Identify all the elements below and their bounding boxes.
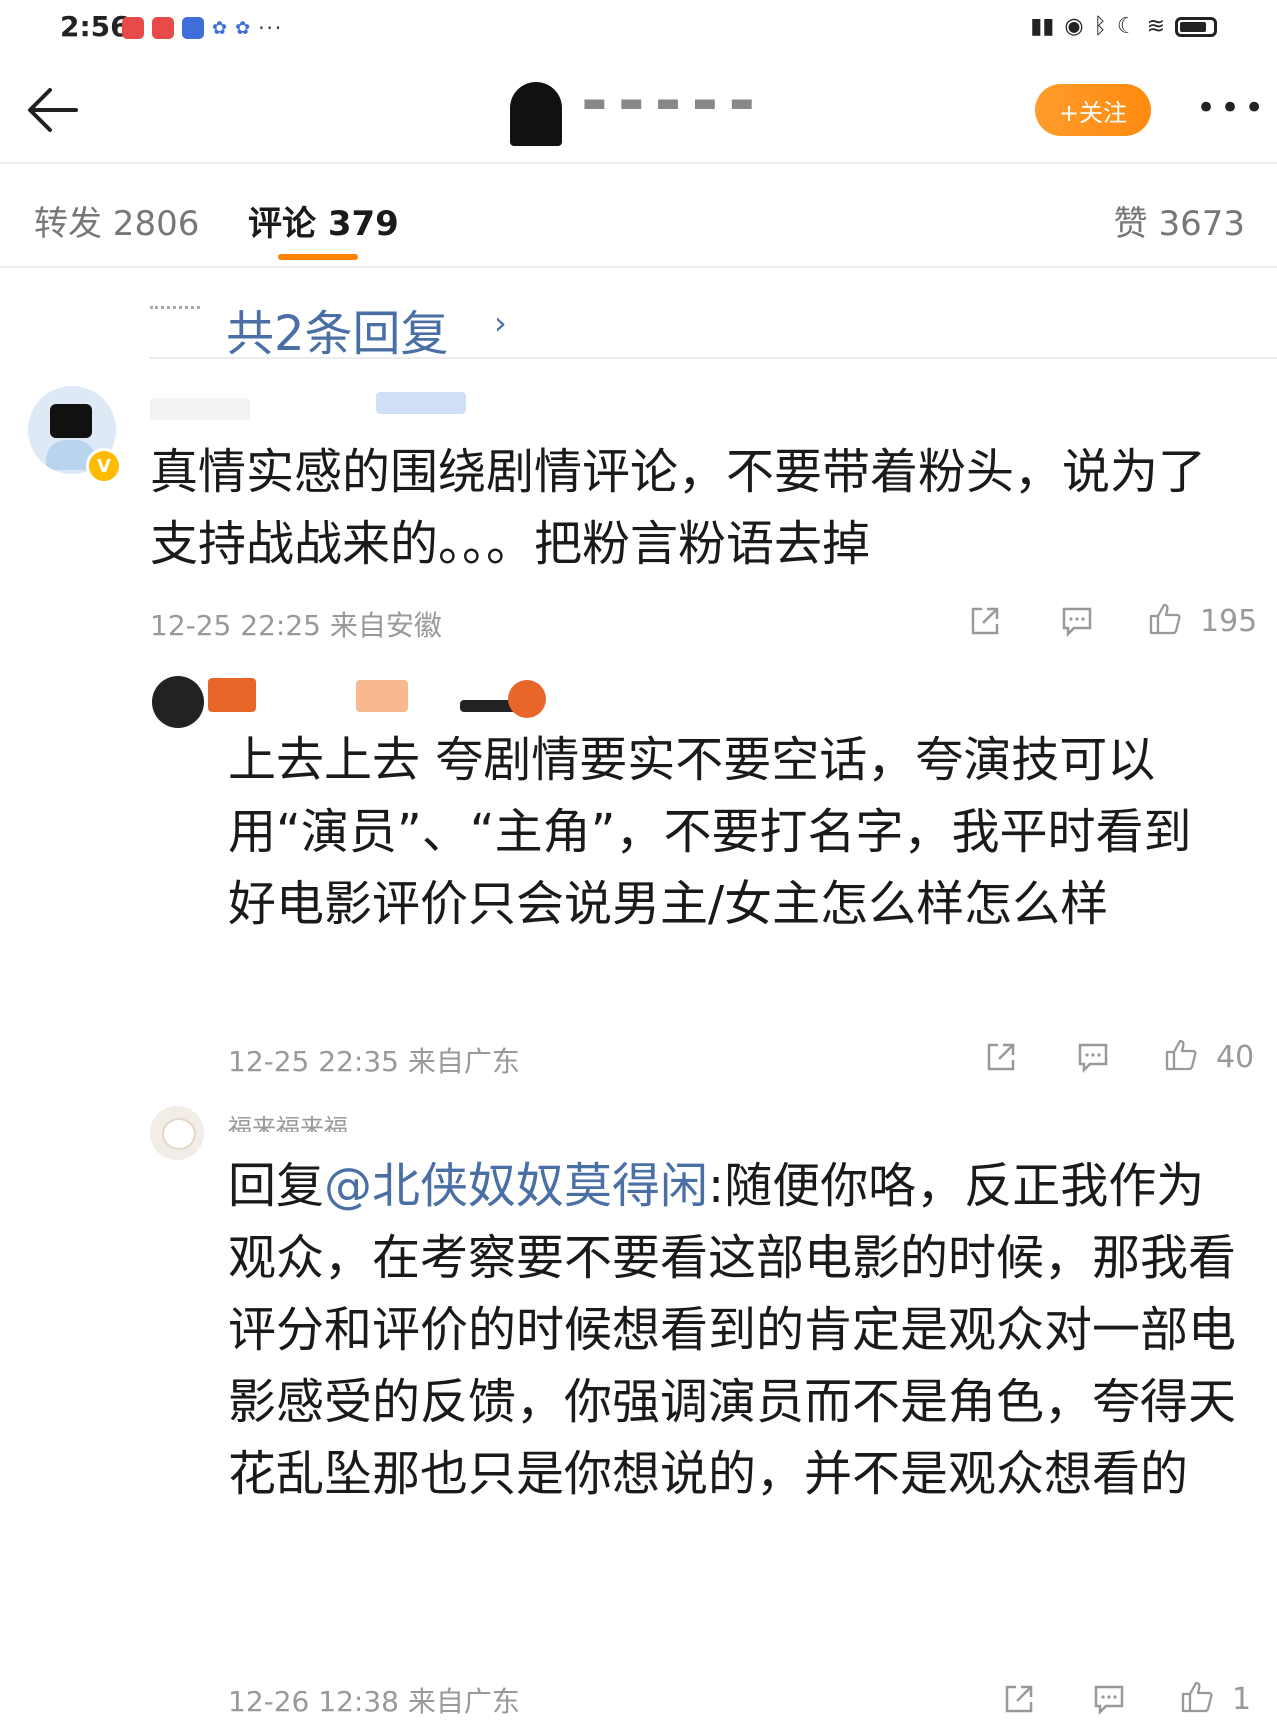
moon-icon: ☾: [1116, 14, 1137, 39]
more-options-button[interactable]: •••: [1196, 88, 1268, 128]
reply-prefix: 回复: [228, 1158, 325, 1214]
back-arrow-icon[interactable]: [22, 78, 86, 142]
like-icon[interactable]: [1180, 1680, 1214, 1714]
tab-reposts[interactable]: 转发 2806: [34, 196, 199, 245]
notification-icons: ✿ ✿ ···: [122, 16, 283, 40]
comment-text: 回复@北侠奴奴莫得闲:随便你咯，反正我作为观众，在考察要不要看这部电影的时候，那…: [228, 1150, 1238, 1510]
comment-icon[interactable]: [1060, 604, 1094, 638]
username-obscured[interactable]: [208, 678, 256, 712]
wifi-icon: ≋: [1146, 14, 1165, 39]
eye-icon: ◉: [1064, 14, 1084, 39]
tab-likes[interactable]: 赞 3673: [1114, 196, 1245, 245]
comment-icon[interactable]: [1092, 1682, 1126, 1716]
share-icon[interactable]: [984, 1040, 1018, 1074]
app-notification-icon: [152, 17, 174, 39]
username-obscured[interactable]: [150, 398, 250, 420]
comment-meta: 12-25 22:25 来自安徽: [150, 609, 442, 642]
tabs-divider: [0, 266, 1277, 268]
author-name-obscured: ▬ ▬ ▬ ▬ ▬ ▬: [582, 88, 756, 110]
active-tab-indicator: [278, 254, 358, 260]
follow-button[interactable]: +关注: [1035, 84, 1151, 136]
header-divider: [0, 162, 1277, 164]
like-count: 1: [1232, 1682, 1252, 1717]
book-icon: ▮▮: [1030, 14, 1055, 39]
author-avatar[interactable]: [510, 82, 562, 146]
reply-count-link[interactable]: 共2条回复: [226, 294, 449, 364]
tab-comments[interactable]: 评论 379: [248, 196, 399, 245]
paw-icon: ✿: [212, 17, 228, 39]
app-notification-icon: [182, 17, 204, 39]
verified-icon: V: [86, 448, 122, 484]
system-status-icons: ▮▮ ◉ ᛒ ☾ ≋: [1030, 14, 1217, 39]
chevron-right-icon[interactable]: ›: [494, 304, 507, 342]
user-badge: [376, 392, 466, 414]
bluetooth-icon: ᛒ: [1093, 14, 1107, 39]
comment-icon[interactable]: [1076, 1040, 1110, 1074]
share-icon[interactable]: [1002, 1682, 1036, 1716]
reply-divider: [150, 357, 1277, 359]
user-badge: [508, 680, 546, 718]
comment-text: 上去上去 夸剧情要实不要空话，夸演技可以用“演员”、“主角”，不要打名字，我平时…: [228, 732, 1192, 932]
paw-icon: ✿: [235, 17, 251, 39]
thread-dotted-line: [150, 306, 200, 309]
app-notification-icon: [122, 17, 144, 39]
status-time: 2:56: [60, 10, 130, 43]
comment-meta: 12-25 22:35 来自广东: [228, 1045, 520, 1078]
username-obscured: [356, 680, 408, 712]
like-icon[interactable]: [1164, 1038, 1198, 1072]
like-count: 40: [1216, 1040, 1255, 1075]
avatar[interactable]: [152, 676, 204, 728]
like-icon[interactable]: [1148, 602, 1182, 636]
comment-text: 真情实感的围绕剧情评论，不要带着粉头，说为了支持战战来的。。。把粉言粉语去掉: [150, 444, 1207, 572]
like-count: 195: [1200, 604, 1258, 639]
username[interactable]: 福来福来福: [228, 1108, 348, 1132]
mention-link[interactable]: @北侠奴奴莫得闲: [324, 1158, 708, 1214]
battery-icon: [1175, 16, 1217, 37]
more-notifications-icon: ···: [258, 16, 284, 40]
avatar[interactable]: [150, 1106, 204, 1160]
share-icon[interactable]: [968, 604, 1002, 638]
comment-meta: 12-26 12:38 来自广东: [228, 1685, 520, 1718]
